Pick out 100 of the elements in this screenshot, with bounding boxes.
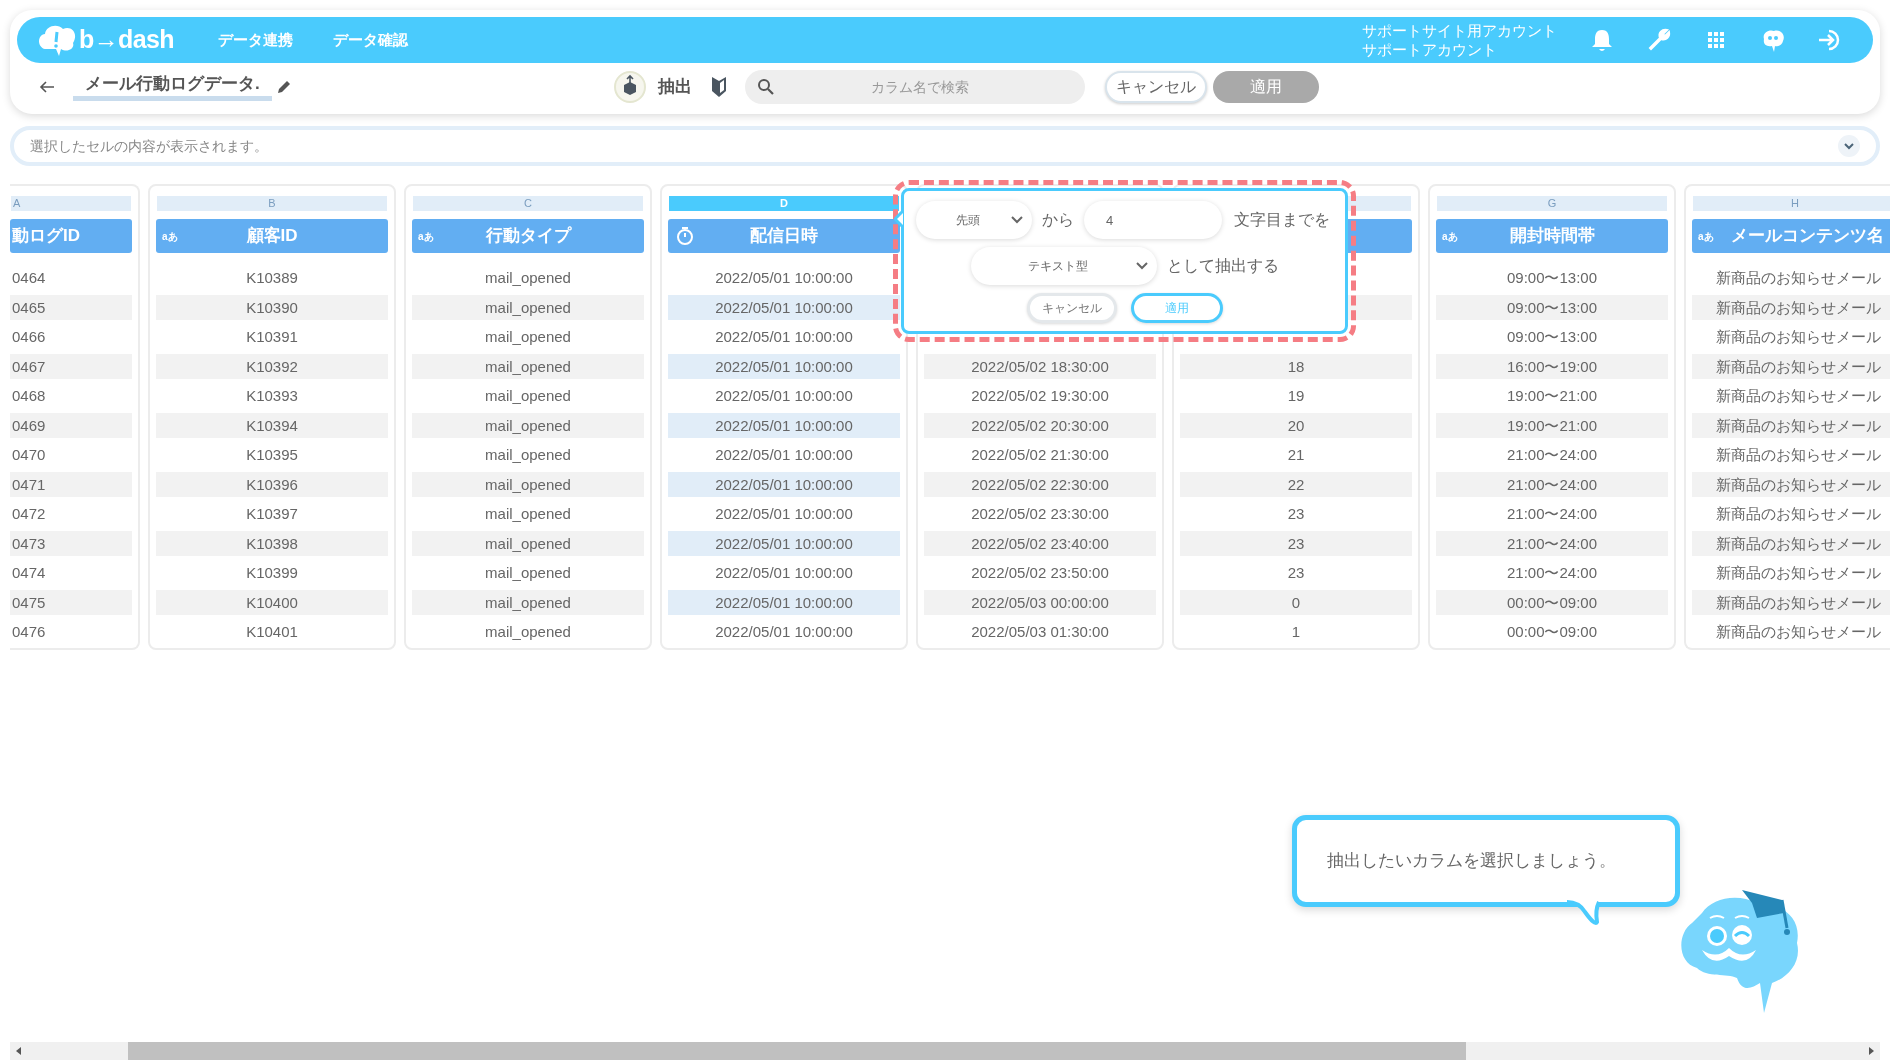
type-label: aあ [162,229,178,244]
table-cell: 0475 [10,589,132,615]
table-cell-text: 1 [1290,622,1302,642]
column-header[interactable]: aあ 顧客ID [156,219,388,253]
table-cell-text: 2022/05/01 10:00:00 [714,504,854,524]
column-title: 動ログID [12,225,80,248]
table-cell-text: 2022/05/01 10:00:00 [714,563,854,583]
table-cell-text: 21:00〜24:00 [1505,563,1599,583]
table-cell-text: 2022/05/01 10:00:00 [714,327,854,347]
table-cell-text: 新商品のお知らせメール [1714,268,1882,288]
table-cell: 新商品のお知らせメール [1692,294,1890,320]
dataset-title[interactable]: メール行動ログデータ. [73,73,272,101]
table-cell-text: 09:00〜13:00 [1505,327,1599,347]
type-label: aあ [418,229,434,244]
table-cell-text: 2022/05/02 23:30:00 [970,504,1110,524]
table-cell-text: K10393 [245,386,299,406]
column-letter-strip[interactable]: G [1437,196,1667,211]
table-cell-text: K10397 [245,504,299,524]
table-cell-text: 09:00〜13:00 [1505,268,1599,288]
table-cell-text: 2022/05/02 23:50:00 [970,563,1110,583]
table-cell: mail_opened [412,294,644,320]
table-cell: 2022/05/01 10:00:00 [668,471,900,497]
table-cell: 0 [1180,589,1412,615]
table-cell: mail_opened [412,589,644,615]
character-count-field[interactable]: 4 [1084,201,1222,239]
account-name: サポートアカウント [1362,40,1498,59]
column-letter-strip[interactable]: B [157,196,387,211]
table-cell-text: 2022/05/02 21:30:00 [970,445,1110,465]
table-cell: 09:00〜13:00 [1436,294,1668,320]
table-cell-text: 23 [1286,563,1306,583]
table-cell: 新商品のお知らせメール [1692,353,1890,379]
horizontal-scrollbar[interactable] [10,1042,1880,1060]
column-header[interactable]: aあ メールコンテンツ名 [1692,219,1890,253]
table-cell-text: K10399 [245,563,299,583]
table-cell-text: 2022/05/01 10:00:00 [714,445,854,465]
nav-link[interactable]: データ連携 [217,28,293,52]
column-header[interactable]: 配信日時 [668,219,900,253]
table-cell: mail_opened [412,412,644,438]
table-cell-text: 0472 [11,504,47,524]
table-cell-text: 新商品のお知らせメール [1714,563,1882,583]
popup-button[interactable]: 適用 [1130,293,1223,323]
table-cell: 0471 [10,471,132,497]
extract-label: 抽出 [657,76,692,99]
toolbar-button[interactable]: キャンセル [1104,71,1207,103]
back-arrow-icon[interactable] [39,80,55,94]
column-header[interactable]: 動ログID [10,219,132,253]
table-cell: K10400 [156,589,388,615]
table-cell: 21:00〜24:00 [1436,471,1668,497]
popup-label: から [1042,210,1074,230]
chevron-down-icon [1134,261,1149,271]
table-cell-text: mail_opened [484,327,572,347]
table-cell: 新商品のお知らせメール [1692,471,1890,497]
table-cell-text: mail_opened [484,268,572,288]
chevron-down-icon[interactable] [1838,135,1860,157]
table-cell: 16:00〜19:00 [1436,353,1668,379]
nav-link[interactable]: データ確認 [332,28,408,52]
table-cell-text: 0474 [11,563,47,583]
dropdown[interactable]: 先頭 [916,201,1032,239]
table-cell: 18 [1180,353,1412,379]
table-cell-text: K10395 [245,445,299,465]
cell-content-field[interactable]: 選択したセルの内容が表示されます。 [10,126,1880,166]
column-title: 配信日時 [750,225,818,248]
table-cell-text: mail_opened [484,445,572,465]
table-cell: 2022/05/01 10:00:00 [668,294,900,320]
table-cell: 新商品のお知らせメール [1692,530,1890,556]
column-header[interactable]: aあ 行動タイプ [412,219,644,253]
table-cell: 22 [1180,471,1412,497]
table-cell-text: 21 [1286,445,1306,465]
dropdown[interactable]: テキスト型 [970,247,1157,285]
column-letter-strip[interactable]: C [413,196,643,211]
scrollbar-thumb[interactable] [128,1042,1466,1060]
search-field[interactable]: カラム名で検索 [744,70,1085,104]
logo-text: b→dash [79,24,174,56]
table-cell: K10396 [156,471,388,497]
table-cell: 2022/05/01 10:00:00 [668,589,900,615]
table-cell: 2022/05/03 00:00:00 [924,589,1156,615]
type-label: aあ [1698,229,1714,244]
beginner-mark-icon[interactable] [709,76,728,98]
table-cell-text: K10391 [245,327,299,347]
column-title: メールコンテンツ名 [1730,225,1884,248]
table-cell-text: 23 [1286,504,1306,524]
table-cell: 2022/05/01 10:00:00 [668,530,900,556]
column-letter-strip[interactable]: H [1693,196,1890,211]
column-header[interactable]: aあ 開封時間帯 [1436,219,1668,253]
search-icon [756,78,775,96]
table-cell-text: 0466 [11,327,47,347]
table-cell: mail_opened [412,471,644,497]
column-letter-strip[interactable]: D [669,196,899,211]
popup-label: として抽出する [1166,256,1279,276]
column-letter-strip[interactable]: A [11,196,131,211]
table-cell: 2022/05/01 10:00:00 [668,412,900,438]
column-title: 行動タイプ [485,225,571,248]
table-cell-text: 2022/05/02 19:30:00 [970,386,1110,406]
popup-button[interactable]: キャンセル [1026,293,1117,323]
table-cell: mail_opened [412,530,644,556]
table-cell-text: 新商品のお知らせメール [1714,327,1882,347]
table-cell: 2022/05/02 22:30:00 [924,471,1156,497]
cell-content-placeholder: 選択したセルの内容が表示されます。 [30,136,269,156]
extract-box-icon[interactable] [613,71,646,103]
pencil-icon[interactable] [275,79,292,95]
